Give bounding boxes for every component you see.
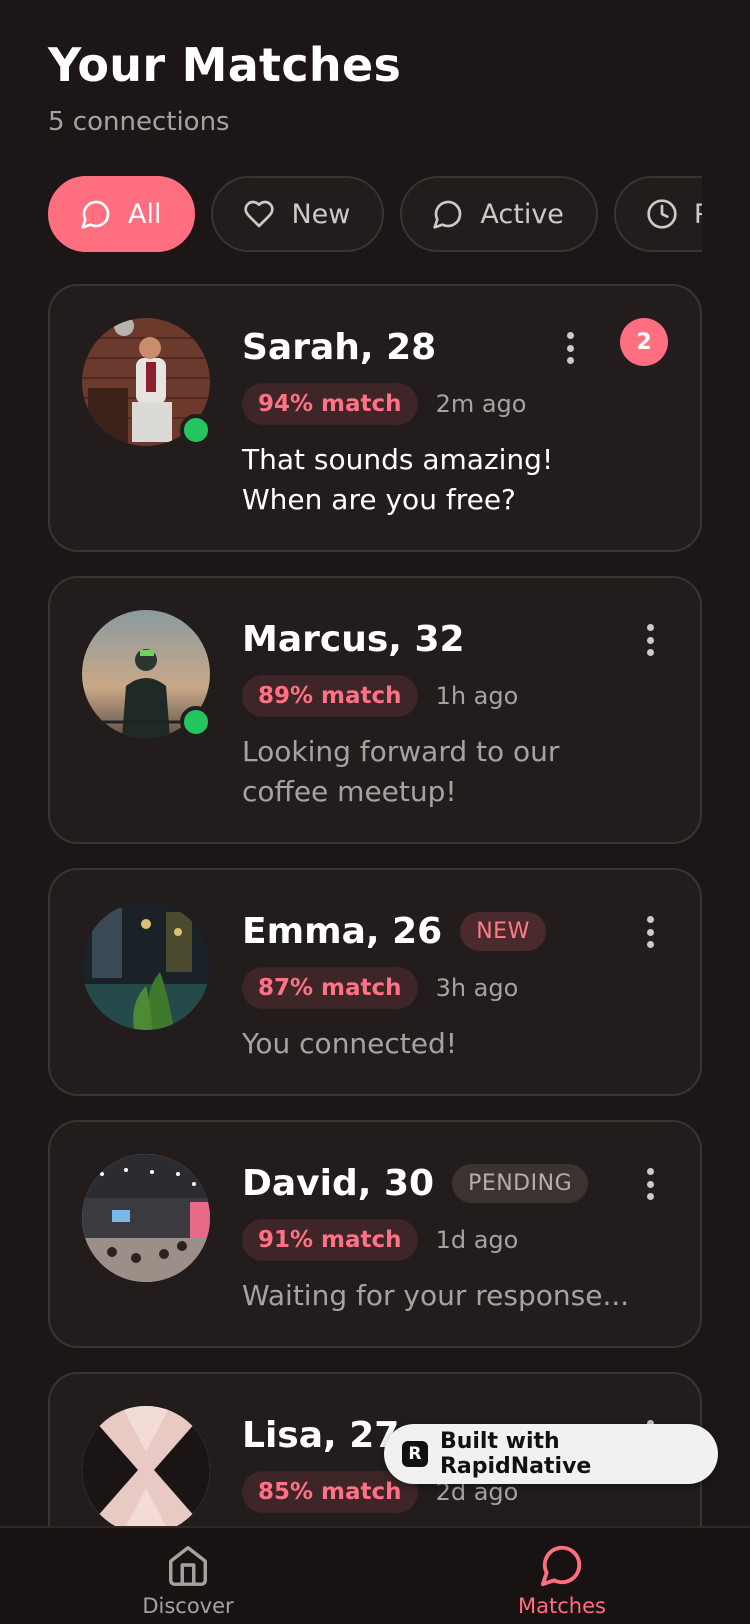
last-active-time: 2m ago bbox=[435, 390, 527, 418]
page-title: Your Matches bbox=[48, 38, 402, 92]
tab-matches[interactable]: Matches bbox=[492, 1542, 632, 1618]
filter-active-chip[interactable]: Active bbox=[400, 176, 598, 252]
more-options-icon[interactable] bbox=[638, 620, 662, 660]
last-message: Waiting for your response... bbox=[242, 1279, 630, 1312]
match-name: Sarah, 28 bbox=[242, 326, 437, 368]
match-card[interactable]: Sarah, 28 94% match 2m ago That sounds a… bbox=[48, 284, 702, 552]
clock-icon bbox=[647, 199, 677, 229]
more-options-icon[interactable] bbox=[638, 1164, 662, 1204]
unread-badge: 2 bbox=[620, 318, 668, 366]
match-info: Marcus, 32 89% match 1h ago Looking forw… bbox=[242, 614, 630, 812]
chat-bubble-icon bbox=[433, 200, 462, 229]
tab-label: Discover bbox=[142, 1594, 234, 1618]
chat-bubble-icon bbox=[81, 200, 110, 229]
filter-label: Active bbox=[480, 198, 564, 230]
match-card[interactable]: David, 30 PENDING 91% match 1d ago Waiti… bbox=[48, 1120, 702, 1348]
match-name: David, 30 bbox=[242, 1162, 435, 1204]
match-info: David, 30 PENDING 91% match 1d ago Waiti… bbox=[242, 1158, 630, 1316]
filter-label: Pending bbox=[694, 199, 702, 230]
match-percentage: 85% match bbox=[242, 1471, 418, 1513]
more-options-icon[interactable] bbox=[638, 912, 662, 952]
filter-new-chip[interactable]: New bbox=[211, 176, 385, 252]
online-indicator bbox=[180, 706, 212, 738]
heart-icon bbox=[244, 200, 275, 228]
built-with-label: Built with RapidNative bbox=[439, 1429, 592, 1479]
match-percentage: 89% match bbox=[242, 675, 418, 717]
online-indicator bbox=[180, 414, 212, 446]
match-info: Emma, 26 NEW 87% match 3h ago You connec… bbox=[242, 906, 630, 1064]
avatar bbox=[82, 1406, 210, 1534]
filter-label: All bbox=[128, 198, 162, 230]
bottom-tab-bar: Discover Matches bbox=[0, 1526, 750, 1624]
last-message: You connected! bbox=[242, 1027, 458, 1060]
filter-chips: All New Active Pending bbox=[48, 176, 702, 252]
tab-label: Matches bbox=[518, 1594, 606, 1618]
last-active-time: 3h ago bbox=[435, 974, 519, 1002]
match-percentage: 94% match bbox=[242, 383, 418, 425]
new-badge: NEW bbox=[460, 911, 546, 951]
chat-bubble-icon bbox=[540, 1545, 582, 1587]
rapidnative-logo-icon: R bbox=[402, 1441, 428, 1467]
match-percentage: 87% match bbox=[242, 967, 418, 1009]
last-active-time: 1d ago bbox=[435, 1226, 519, 1254]
last-message: That sounds amazing! When are you free? bbox=[242, 443, 554, 516]
match-name: Emma, 26 bbox=[242, 910, 443, 952]
avatar bbox=[82, 902, 210, 1030]
filter-all-chip[interactable]: All bbox=[48, 176, 196, 252]
filter-label: New bbox=[291, 198, 351, 230]
match-name: Lisa, 27 bbox=[242, 1414, 400, 1456]
match-card[interactable]: Emma, 26 NEW 87% match 3h ago You connec… bbox=[48, 868, 702, 1096]
match-card[interactable]: Marcus, 32 89% match 1h ago Looking forw… bbox=[48, 576, 702, 844]
match-percentage: 91% match bbox=[242, 1219, 418, 1261]
connections-count: 5 connections bbox=[48, 107, 230, 137]
home-icon bbox=[169, 1546, 207, 1586]
last-message: Looking forward to our coffee meetup! bbox=[242, 735, 560, 808]
avatar bbox=[82, 1154, 210, 1282]
header: Your Matches 5 connections bbox=[48, 36, 401, 140]
filter-pending-chip[interactable]: Pending bbox=[613, 176, 702, 252]
built-with-badge[interactable]: R Built with RapidNative bbox=[384, 1424, 718, 1484]
pending-badge: PENDING bbox=[452, 1163, 589, 1203]
match-name: Marcus, 32 bbox=[242, 618, 465, 660]
last-active-time: 1h ago bbox=[435, 682, 519, 710]
tab-discover[interactable]: Discover bbox=[118, 1542, 258, 1618]
more-options-icon[interactable] bbox=[558, 328, 582, 368]
